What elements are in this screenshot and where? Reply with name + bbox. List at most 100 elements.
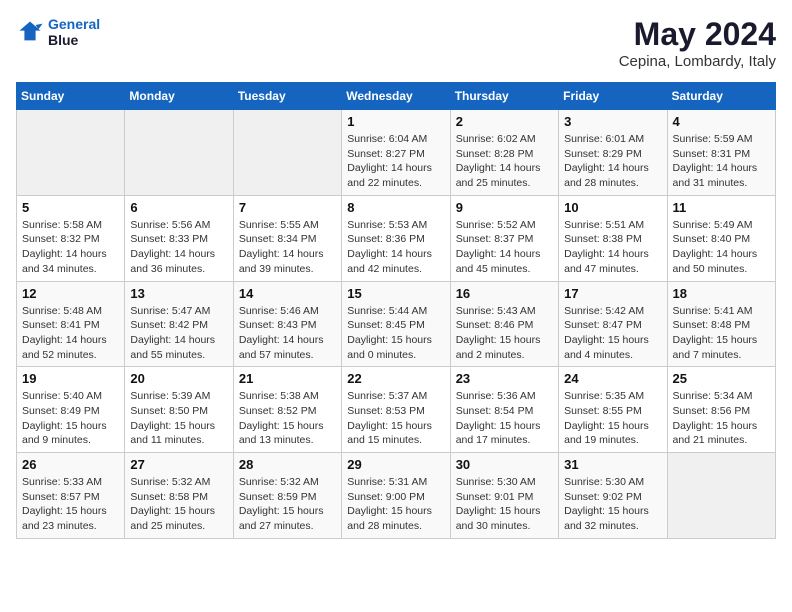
logo-text: General Blue	[48, 16, 100, 48]
calendar-cell: 31 Sunrise: 5:30 AM Sunset: 9:02 PM Dayli…	[559, 453, 667, 539]
day-info: Sunrise: 5:35 AM Sunset: 8:55 PM Dayligh…	[564, 389, 661, 448]
calendar-cell: 9Sunrise: 5:52 AM Sunset: 8:37 PM Daylig…	[450, 195, 558, 281]
calendar-cell	[17, 110, 125, 196]
calendar-cell: 4 Sunrise: 5:59 AM Sunset: 8:31 PM Daylig…	[667, 110, 775, 196]
calendar-table: SundayMondayTuesdayWednesdayThursdayFrid…	[16, 82, 776, 539]
day-info: Sunrise: 5:38 AM Sunset: 8:52 PM Dayligh…	[239, 389, 336, 448]
day-number: 31	[564, 457, 661, 472]
calendar-cell: 2Sunrise: 6:02 AM Sunset: 8:28 PM Daylig…	[450, 110, 558, 196]
day-info: Sunrise: 5:59 AM Sunset: 8:31 PM Dayligh…	[673, 132, 770, 191]
day-of-week-header: Thursday	[450, 83, 558, 110]
day-info: Sunrise: 5:43 AM Sunset: 8:46 PM Dayligh…	[456, 304, 553, 363]
calendar-cell: 1Sunrise: 6:04 AM Sunset: 8:27 PM Daylig…	[342, 110, 450, 196]
calendar-week-row: 19 Sunrise: 5:40 AM Sunset: 8:49 PM Dayli…	[17, 367, 776, 453]
calendar-cell: 12 Sunrise: 5:48 AM Sunset: 8:41 PM Dayli…	[17, 281, 125, 367]
calendar-cell: 6Sunrise: 5:56 AM Sunset: 8:33 PM Daylig…	[125, 195, 233, 281]
day-number: 28	[239, 457, 336, 472]
day-number: 17	[564, 286, 661, 301]
day-number: 7	[239, 200, 336, 215]
day-info: Sunrise: 6:04 AM Sunset: 8:27 PM Dayligh…	[347, 132, 444, 191]
calendar-cell	[233, 110, 341, 196]
day-info: Sunrise: 5:32 AM Sunset: 8:58 PM Dayligh…	[130, 475, 227, 534]
calendar-cell: 28 Sunrise: 5:32 AM Sunset: 8:59 PM Dayli…	[233, 453, 341, 539]
day-info: Sunrise: 5:48 AM Sunset: 8:41 PM Dayligh…	[22, 304, 119, 363]
day-info: Sunrise: 5:30 AM Sunset: 9:02 PM Dayligh…	[564, 475, 661, 534]
calendar-cell: 13 Sunrise: 5:47 AM Sunset: 8:42 PM Dayli…	[125, 281, 233, 367]
calendar-cell: 3 Sunrise: 6:01 AM Sunset: 8:29 PM Daylig…	[559, 110, 667, 196]
day-info: Sunrise: 5:56 AM Sunset: 8:33 PM Dayligh…	[130, 218, 227, 277]
calendar-cell: 25 Sunrise: 5:34 AM Sunset: 8:56 PM Dayli…	[667, 367, 775, 453]
day-info: Sunrise: 5:39 AM Sunset: 8:50 PM Dayligh…	[130, 389, 227, 448]
logo: General Blue	[16, 16, 100, 48]
calendar-cell: 17 Sunrise: 5:42 AM Sunset: 8:47 PM Dayli…	[559, 281, 667, 367]
calendar-cell: 16 Sunrise: 5:43 AM Sunset: 8:46 PM Dayli…	[450, 281, 558, 367]
day-of-week-header: Sunday	[17, 83, 125, 110]
day-number: 5	[22, 200, 119, 215]
calendar-week-row: 1Sunrise: 6:04 AM Sunset: 8:27 PM Daylig…	[17, 110, 776, 196]
day-number: 26	[22, 457, 119, 472]
day-info: Sunrise: 5:36 AM Sunset: 8:54 PM Dayligh…	[456, 389, 553, 448]
day-number: 16	[456, 286, 553, 301]
day-of-week-header: Saturday	[667, 83, 775, 110]
calendar-cell: 30 Sunrise: 5:30 AM Sunset: 9:01 PM Dayli…	[450, 453, 558, 539]
day-number: 3	[564, 114, 661, 129]
day-info: Sunrise: 5:58 AM Sunset: 8:32 PM Dayligh…	[22, 218, 119, 277]
day-number: 19	[22, 371, 119, 386]
day-number: 29	[347, 457, 444, 472]
day-number: 11	[673, 200, 770, 215]
calendar-cell: 18Sunrise: 5:41 AM Sunset: 8:48 PM Dayli…	[667, 281, 775, 367]
month-title: May 2024	[619, 16, 776, 53]
calendar-week-row: 12 Sunrise: 5:48 AM Sunset: 8:41 PM Dayli…	[17, 281, 776, 367]
day-number: 24	[564, 371, 661, 386]
day-number: 14	[239, 286, 336, 301]
calendar-cell: 20 Sunrise: 5:39 AM Sunset: 8:50 PM Dayli…	[125, 367, 233, 453]
calendar-cell: 26 Sunrise: 5:33 AM Sunset: 8:57 PM Dayli…	[17, 453, 125, 539]
day-number: 22	[347, 371, 444, 386]
day-of-week-header: Wednesday	[342, 83, 450, 110]
day-info: Sunrise: 5:42 AM Sunset: 8:47 PM Dayligh…	[564, 304, 661, 363]
day-info: Sunrise: 5:32 AM Sunset: 8:59 PM Dayligh…	[239, 475, 336, 534]
day-info: Sunrise: 5:49 AM Sunset: 8:40 PM Dayligh…	[673, 218, 770, 277]
day-number: 4	[673, 114, 770, 129]
day-info: Sunrise: 6:01 AM Sunset: 8:29 PM Dayligh…	[564, 132, 661, 191]
day-info: Sunrise: 5:33 AM Sunset: 8:57 PM Dayligh…	[22, 475, 119, 534]
day-number: 21	[239, 371, 336, 386]
calendar-cell: 27Sunrise: 5:32 AM Sunset: 8:58 PM Dayli…	[125, 453, 233, 539]
day-number: 25	[673, 371, 770, 386]
calendar-cell	[667, 453, 775, 539]
day-info: Sunrise: 5:47 AM Sunset: 8:42 PM Dayligh…	[130, 304, 227, 363]
day-of-week-header: Monday	[125, 83, 233, 110]
calendar-cell: 23 Sunrise: 5:36 AM Sunset: 8:54 PM Dayli…	[450, 367, 558, 453]
calendar-cell: 22 Sunrise: 5:37 AM Sunset: 8:53 PM Dayli…	[342, 367, 450, 453]
day-number: 23	[456, 371, 553, 386]
day-info: Sunrise: 5:53 AM Sunset: 8:36 PM Dayligh…	[347, 218, 444, 277]
day-number: 12	[22, 286, 119, 301]
calendar-cell: 29 Sunrise: 5:31 AM Sunset: 9:00 PM Dayli…	[342, 453, 450, 539]
day-number: 30	[456, 457, 553, 472]
day-of-week-header: Tuesday	[233, 83, 341, 110]
day-number: 10	[564, 200, 661, 215]
day-info: Sunrise: 5:52 AM Sunset: 8:37 PM Dayligh…	[456, 218, 553, 277]
calendar-cell	[125, 110, 233, 196]
day-info: Sunrise: 5:30 AM Sunset: 9:01 PM Dayligh…	[456, 475, 553, 534]
logo-icon	[16, 18, 44, 46]
location: Cepina, Lombardy, Italy	[619, 53, 776, 70]
calendar-header: SundayMondayTuesdayWednesdayThursdayFrid…	[17, 83, 776, 110]
day-info: Sunrise: 5:41 AM Sunset: 8:48 PM Dayligh…	[673, 304, 770, 363]
day-info: Sunrise: 5:37 AM Sunset: 8:53 PM Dayligh…	[347, 389, 444, 448]
day-info: Sunrise: 5:40 AM Sunset: 8:49 PM Dayligh…	[22, 389, 119, 448]
calendar-cell: 11 Sunrise: 5:49 AM Sunset: 8:40 PM Dayli…	[667, 195, 775, 281]
day-number: 8	[347, 200, 444, 215]
title-area: May 2024 Cepina, Lombardy, Italy	[619, 16, 776, 70]
day-info: Sunrise: 5:31 AM Sunset: 9:00 PM Dayligh…	[347, 475, 444, 534]
day-number: 20	[130, 371, 227, 386]
calendar-cell: 5 Sunrise: 5:58 AM Sunset: 8:32 PM Daylig…	[17, 195, 125, 281]
day-number: 2	[456, 114, 553, 129]
day-info: Sunrise: 5:46 AM Sunset: 8:43 PM Dayligh…	[239, 304, 336, 363]
calendar-week-row: 5 Sunrise: 5:58 AM Sunset: 8:32 PM Daylig…	[17, 195, 776, 281]
calendar-cell: 10Sunrise: 5:51 AM Sunset: 8:38 PM Dayli…	[559, 195, 667, 281]
calendar-cell: 7Sunrise: 5:55 AM Sunset: 8:34 PM Daylig…	[233, 195, 341, 281]
day-number: 13	[130, 286, 227, 301]
calendar-cell: 15Sunrise: 5:44 AM Sunset: 8:45 PM Dayli…	[342, 281, 450, 367]
day-info: Sunrise: 5:34 AM Sunset: 8:56 PM Dayligh…	[673, 389, 770, 448]
